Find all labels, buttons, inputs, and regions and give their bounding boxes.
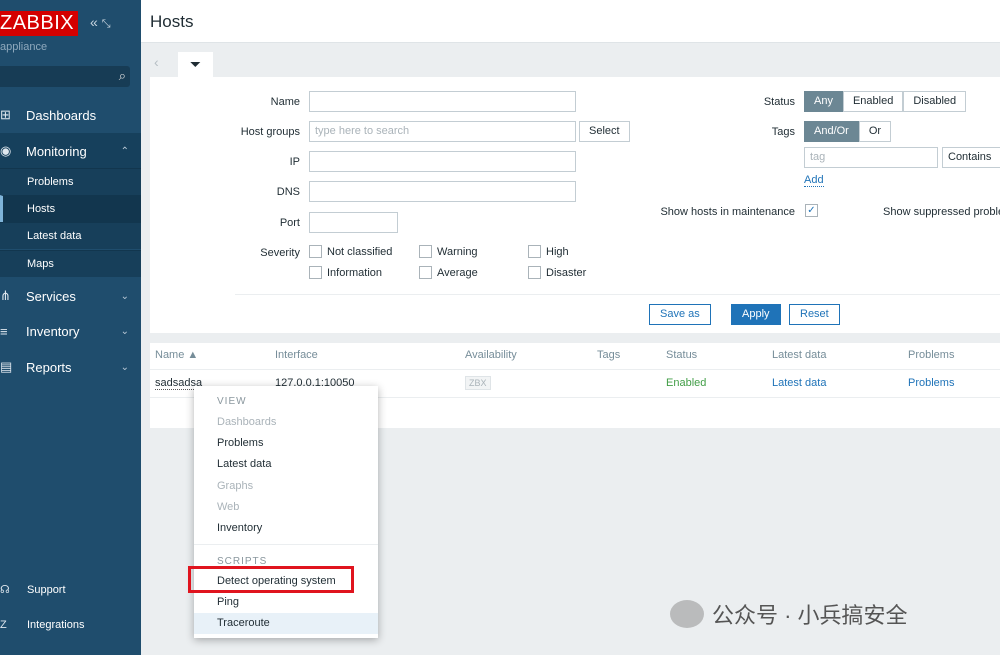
- severity-average[interactable]: Average: [419, 266, 478, 279]
- eye-icon: ◉: [0, 143, 12, 158]
- list-icon: ≡: [0, 323, 8, 339]
- col-status[interactable]: Status: [666, 349, 697, 361]
- suppressed-label: Show suppressed proble: [883, 206, 1000, 218]
- col-name[interactable]: Name ▲: [155, 349, 198, 361]
- z-icon: Z: [0, 619, 7, 631]
- severity-disaster[interactable]: Disaster: [528, 266, 586, 279]
- reports-icon: ▤: [0, 359, 13, 374]
- problems-link[interactable]: Problems: [908, 377, 954, 389]
- chevron-down-icon: ⌄: [120, 290, 129, 302]
- chevron-down-icon: ⌄: [120, 325, 129, 337]
- zabbix-logo[interactable]: ZABBIX: [0, 11, 79, 36]
- sidebar-item-integrations[interactable]: Z Integrations: [0, 619, 84, 631]
- sidebar: ZABBIX appliance « ⤡ ⌕ ⊞ Dashboards ◉ Moni…: [0, 0, 141, 655]
- col-availability: Availability: [465, 349, 517, 361]
- name-label: Name: [270, 96, 300, 108]
- tags-or[interactable]: Or: [858, 121, 892, 142]
- tags-toggle[interactable]: And/Or Or: [804, 121, 892, 142]
- collapse-icon[interactable]: «: [90, 14, 98, 30]
- view-header: VIEW: [217, 396, 247, 407]
- ip-label: IP: [289, 156, 300, 168]
- server-name: appliance: [0, 41, 48, 53]
- tag-input[interactable]: tag: [804, 147, 938, 168]
- search-icon[interactable]: ⌕: [119, 68, 126, 84]
- menu-inventory[interactable]: Inventory: [194, 518, 378, 539]
- severity-not-classified[interactable]: Not classified: [309, 245, 392, 258]
- col-latest-data: Latest data: [772, 349, 827, 361]
- host-groups-label: Host groups: [240, 126, 300, 138]
- select-button[interactable]: Select: [579, 121, 630, 142]
- menu-graphs: Graphs: [217, 480, 254, 492]
- sidebar-item-latest-data[interactable]: Latest data: [0, 222, 141, 249]
- page-title: Hosts: [150, 12, 194, 31]
- reset-button[interactable]: Reset: [789, 304, 840, 325]
- status-label: Status: [763, 96, 795, 108]
- status-disabled[interactable]: Disabled: [903, 91, 967, 112]
- menu-latest-data[interactable]: Latest data: [194, 454, 378, 475]
- dns-label: DNS: [276, 186, 300, 198]
- dashboard-icon: ⊞: [0, 107, 11, 122]
- watermark: 公众号 · 小兵搞安全: [670, 598, 908, 630]
- menu-dashboards: Dashboards: [217, 416, 277, 428]
- maintenance-checkbox[interactable]: ✓: [805, 204, 823, 217]
- highlight-box: [188, 566, 354, 593]
- col-tags: Tags: [597, 349, 621, 361]
- sidebar-item-maps[interactable]: Maps: [0, 250, 141, 277]
- filter-tab[interactable]: ⏷: [178, 52, 213, 78]
- severity-label: Severity: [260, 247, 300, 259]
- latest-data-link[interactable]: Latest data: [772, 377, 826, 389]
- status-toggle[interactable]: Any Enabled Disabled: [804, 91, 967, 112]
- headset-icon: ☊: [0, 584, 10, 596]
- sidebar-item-problems[interactable]: Problems: [0, 168, 141, 195]
- services-icon: ⋔: [0, 288, 11, 303]
- port-label: Port: [279, 217, 300, 229]
- col-interface: Interface: [275, 349, 318, 361]
- menu-problems[interactable]: Problems: [194, 433, 378, 454]
- sidebar-item-services[interactable]: ⋔ Services ⌄: [0, 278, 141, 314]
- tags-label: Tags: [771, 126, 795, 138]
- tag-operator-select[interactable]: Contains: [942, 147, 1000, 168]
- sidebar-item-dashboards[interactable]: ⊞ Dashboards: [0, 97, 141, 133]
- sidebar-item-reports[interactable]: ▤ Reports ⌄: [0, 349, 141, 385]
- save-as-button[interactable]: Save as: [649, 304, 711, 325]
- status-enabled[interactable]: Enabled: [842, 91, 904, 112]
- search-input[interactable]: ⌕: [0, 66, 130, 87]
- sidebar-item-monitoring[interactable]: ◉ Monitoring ⌃: [0, 133, 141, 169]
- severity-information[interactable]: Information: [309, 266, 382, 279]
- status-any[interactable]: Any: [804, 91, 843, 112]
- host-status[interactable]: Enabled: [666, 377, 706, 389]
- chevron-left-icon[interactable]: ‹: [154, 54, 159, 70]
- severity-high[interactable]: High: [528, 245, 569, 258]
- severity-warning[interactable]: Warning: [419, 245, 478, 258]
- add-tag-link[interactable]: Add: [804, 174, 824, 187]
- host-groups-input[interactable]: type here to search: [309, 121, 576, 142]
- check-icon: ✓: [805, 204, 818, 217]
- ip-input[interactable]: [309, 151, 576, 172]
- kiosk-icon[interactable]: ⤡: [102, 18, 111, 30]
- sidebar-item-support[interactable]: ☊ Support: [0, 583, 66, 597]
- wechat-icon: [670, 600, 704, 628]
- name-input[interactable]: [309, 91, 576, 112]
- filter-panel: Name Host groups type here to search Sel…: [150, 77, 1000, 333]
- col-problems: Problems: [908, 349, 955, 361]
- host-context-menu: VIEW Dashboards Problems Latest data Gra…: [194, 386, 378, 638]
- sidebar-item-hosts[interactable]: Hosts: [0, 195, 141, 222]
- sidebar-item-inventory[interactable]: ≡ Inventory ⌄: [0, 313, 141, 349]
- dns-input[interactable]: [309, 181, 576, 202]
- tags-andor[interactable]: And/Or: [804, 121, 859, 142]
- chevron-down-icon: ⌄: [120, 361, 129, 373]
- apply-button[interactable]: Apply: [731, 304, 781, 325]
- menu-traceroute[interactable]: Traceroute: [194, 613, 378, 634]
- port-input[interactable]: [309, 212, 398, 233]
- zbx-badge: ZBX: [465, 376, 491, 390]
- filter-icon: ⏷: [189, 56, 202, 72]
- chevron-up-icon: ⌃: [120, 145, 129, 157]
- menu-ping[interactable]: Ping: [194, 592, 378, 613]
- page-header: Hosts: [141, 0, 1000, 43]
- maintenance-label: Show hosts in maintenance: [660, 206, 795, 218]
- menu-web: Web: [217, 501, 240, 513]
